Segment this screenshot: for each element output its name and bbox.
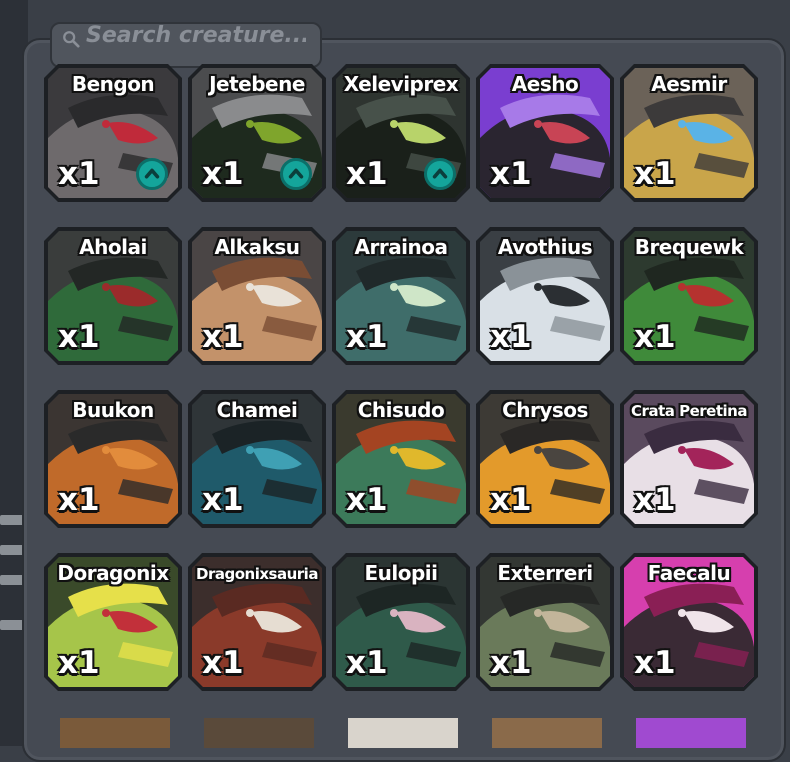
creature-name: Exterreri — [497, 561, 593, 585]
edge-notch — [0, 515, 24, 525]
creature-quantity: x1 — [634, 319, 676, 355]
creature-name: Bengon — [71, 72, 155, 96]
creature-card[interactable]: Buukon x1 — [44, 390, 182, 528]
creature-quantity: x1 — [346, 645, 388, 681]
chevron-up-icon — [432, 168, 448, 179]
creature-quantity: x1 — [202, 319, 244, 355]
upgrade-badge-icon[interactable] — [280, 158, 312, 190]
creature-name: Faecalu — [647, 561, 731, 585]
next-row-card-partial[interactable] — [636, 718, 746, 748]
creature-name: Doragonix — [57, 561, 169, 585]
creature-card[interactable]: Aesmir x1 — [620, 64, 758, 202]
creature-name: Dragonixsauria — [196, 565, 318, 583]
creature-card[interactable]: Chisudo x1 — [332, 390, 470, 528]
creature-name: Buukon — [72, 398, 154, 422]
creature-quantity: x1 — [490, 156, 532, 192]
creature-card-frame: Arrainoa x1 — [336, 231, 466, 361]
edge-notch — [0, 545, 24, 555]
creature-card-frame: Faecalu x1 — [624, 557, 754, 687]
creature-card[interactable]: Avothius x1 — [476, 227, 614, 365]
creature-name: Chrysos — [502, 398, 588, 422]
creature-card[interactable]: Faecalu x1 — [620, 553, 758, 691]
creature-quantity: x1 — [490, 482, 532, 518]
creature-card-frame: Crata Peretina x1 — [624, 394, 754, 524]
upgrade-badge-icon[interactable] — [424, 158, 456, 190]
creature-name: Brequewk — [634, 235, 744, 259]
creature-card[interactable]: Jetebene x1 — [188, 64, 326, 202]
search-bar[interactable] — [50, 22, 322, 68]
creature-card-frame: Aholai x1 — [48, 231, 178, 361]
creature-card[interactable]: Crata Peretina x1 — [620, 390, 758, 528]
creature-name: Chisudo — [357, 398, 445, 422]
chevron-up-icon — [144, 168, 160, 179]
creature-card-frame: Avothius x1 — [480, 231, 610, 361]
search-input[interactable] — [86, 23, 306, 48]
creature-name: Chamei — [216, 398, 298, 422]
creature-card[interactable]: Dragonixsauria x1 — [188, 553, 326, 691]
next-row-card-partial[interactable] — [348, 718, 458, 748]
creature-name: Jetebene — [209, 72, 305, 96]
creature-quantity: x1 — [346, 482, 388, 518]
creature-card-frame: Aesmir x1 — [624, 68, 754, 198]
creature-quantity: x1 — [490, 319, 532, 355]
creature-name: Aesmir — [651, 72, 727, 96]
creature-card-frame: Chisudo x1 — [336, 394, 466, 524]
creature-name: Crata Peretina — [631, 402, 747, 420]
creature-card-frame: Brequewk x1 — [624, 231, 754, 361]
creature-quantity: x1 — [634, 482, 676, 518]
creature-card-frame: Doragonix x1 — [48, 557, 178, 687]
edge-notch — [0, 620, 24, 630]
creature-card-frame: Dragonixsauria x1 — [192, 557, 322, 687]
creature-quantity: x1 — [58, 482, 100, 518]
creature-card[interactable]: Bengon x1 — [44, 64, 182, 202]
creature-card[interactable]: Aholai x1 — [44, 227, 182, 365]
upgrade-badge-icon[interactable] — [136, 158, 168, 190]
creature-quantity: x1 — [634, 156, 676, 192]
creature-name: Eulopii — [364, 561, 438, 585]
creature-card-frame: Alkaksu x1 — [192, 231, 322, 361]
creature-quantity: x1 — [346, 156, 388, 192]
creature-name: Arrainoa — [354, 235, 448, 259]
next-row-card-partial[interactable] — [204, 718, 314, 748]
creature-card[interactable]: Eulopii x1 — [332, 553, 470, 691]
creature-name: Xeleviprex — [343, 72, 459, 96]
creature-name: Aesho — [511, 72, 579, 96]
creature-quantity: x1 — [202, 482, 244, 518]
search-icon — [63, 31, 80, 48]
creature-card[interactable]: Chamei x1 — [188, 390, 326, 528]
creature-card-frame: Xeleviprex x1 — [336, 68, 466, 198]
chevron-up-icon — [288, 168, 304, 179]
creature-card[interactable]: Aesho x1 — [476, 64, 614, 202]
creature-card[interactable]: Brequewk x1 — [620, 227, 758, 365]
creature-name: Avothius — [497, 235, 593, 259]
creature-card[interactable]: Chrysos x1 — [476, 390, 614, 528]
creature-quantity: x1 — [346, 319, 388, 355]
creature-name: Alkaksu — [214, 235, 300, 259]
creature-card[interactable]: Doragonix x1 — [44, 553, 182, 691]
creature-quantity: x1 — [202, 645, 244, 681]
creature-quantity: x1 — [58, 156, 100, 192]
creature-card-frame: Eulopii x1 — [336, 557, 466, 687]
creature-quantity: x1 — [490, 645, 532, 681]
creature-quantity: x1 — [58, 319, 100, 355]
next-row-card-partial[interactable] — [492, 718, 602, 748]
creature-quantity: x1 — [634, 645, 676, 681]
creature-card-frame: Bengon x1 — [48, 68, 178, 198]
creature-name: Aholai — [79, 235, 147, 259]
creature-card-frame: Exterreri x1 — [480, 557, 610, 687]
creature-card-frame: Chrysos x1 — [480, 394, 610, 524]
creature-card-frame: Jetebene x1 — [192, 68, 322, 198]
edge-notch — [0, 575, 24, 585]
creature-card-frame: Chamei x1 — [192, 394, 322, 524]
creature-card[interactable]: Arrainoa x1 — [332, 227, 470, 365]
creature-quantity: x1 — [58, 645, 100, 681]
creature-card[interactable]: Alkaksu x1 — [188, 227, 326, 365]
creature-card[interactable]: Exterreri x1 — [476, 553, 614, 691]
creature-card-frame: Buukon x1 — [48, 394, 178, 524]
creature-quantity: x1 — [202, 156, 244, 192]
next-row-card-partial[interactable] — [60, 718, 170, 748]
creature-card[interactable]: Xeleviprex x1 — [332, 64, 470, 202]
creature-card-frame: Aesho x1 — [480, 68, 610, 198]
